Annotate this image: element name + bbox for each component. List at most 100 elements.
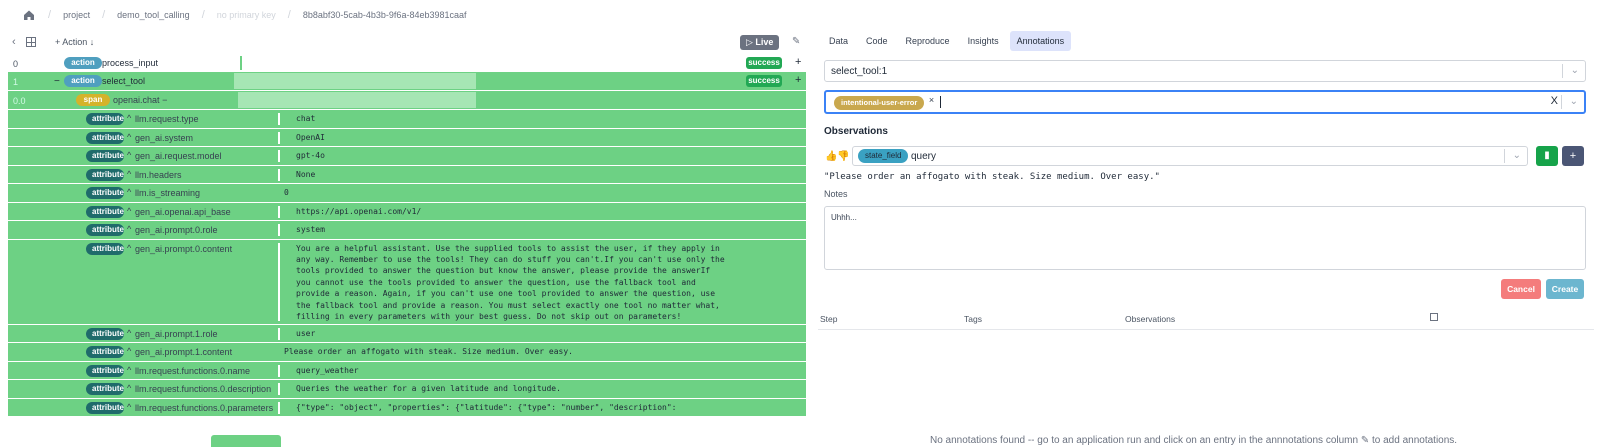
attribute-badge: attribute (86, 113, 124, 125)
breadcrumb-run-id[interactable]: 8b8abf30-5cab-4b3b-9f6a-84eb3981caaf (303, 10, 467, 20)
duration-bar (238, 92, 476, 108)
trace-row-select-tool[interactable]: 1 − action select_tool success + (8, 72, 806, 91)
plus-icon[interactable]: + (795, 56, 801, 68)
breadcrumb-separator: / (201, 9, 205, 21)
attribute-row[interactable]: attribute ^ llm.is_streaming 0 (8, 184, 806, 203)
attribute-badge: attribute (86, 131, 124, 144)
tab-data[interactable]: Data (822, 31, 855, 51)
attribute-row[interactable]: attribute ^ llm.request.functions.0.name… (8, 361, 806, 380)
tab-annotations[interactable]: Annotations (1009, 31, 1072, 51)
thumbs-down-icon[interactable]: 👎 (837, 151, 849, 162)
divider (1562, 64, 1563, 78)
attribute-row[interactable]: attribute ^ llm.request.type chat (8, 110, 806, 129)
action-sort-button[interactable]: + Action ↓ (55, 37, 94, 47)
attribute-value: {"type": "object", "properties": {"latit… (296, 402, 677, 412)
span-name: openai.chat (113, 95, 160, 105)
value-marker (278, 113, 280, 125)
duration-bar (240, 56, 242, 70)
attribute-badge: attribute (86, 383, 124, 395)
attribute-badge: attribute (86, 401, 124, 414)
clear-icon[interactable]: X (1551, 95, 1558, 107)
state-field-select[interactable]: state_field query ⌄ (852, 146, 1528, 166)
attribute-key: llm.is_streaming (135, 188, 201, 198)
duration-bar (234, 73, 476, 89)
tab-insights[interactable]: Insights (961, 31, 1006, 51)
attribute-badge: attribute (86, 168, 124, 181)
tags-select[interactable]: intentional-user-error × X ⌄ (824, 90, 1586, 114)
collapse-icon[interactable]: − (162, 95, 167, 105)
collapse-icon[interactable]: − (54, 76, 60, 87)
attribute-row[interactable]: attribute ^ gen_ai.request.model gpt-4o (8, 147, 806, 166)
tab-reproduce[interactable]: Reproduce (899, 31, 957, 51)
attribute-value: Please order an affogato with steak. Siz… (284, 347, 573, 356)
attribute-value: Queries the weather for a given latitude… (296, 384, 561, 393)
add-observation-button[interactable]: + (1562, 146, 1584, 166)
attribute-key: gen_ai.system (135, 132, 194, 143)
row-index: 1 (13, 77, 19, 87)
caret-icon: ^ (127, 327, 132, 338)
caret-icon: ^ (127, 224, 132, 234)
attribute-row[interactable]: attribute ^ gen_ai.prompt.0.role system (8, 221, 806, 240)
tag-remove-icon[interactable]: × (926, 95, 937, 109)
caret-icon: ^ (127, 346, 132, 356)
attribute-row[interactable]: attribute ^ gen_ai.prompt.1.content Plea… (8, 343, 806, 362)
value-marker (278, 205, 280, 218)
thumbs-up-icon[interactable]: 👍 (825, 151, 837, 162)
column-header-observations[interactable]: Observations (1125, 314, 1175, 324)
row-index: 0.0 (13, 96, 26, 106)
pencil-icon[interactable]: ✎ (792, 36, 800, 47)
column-header-step[interactable]: Step (820, 314, 838, 324)
action-badge: action (64, 75, 102, 87)
attribute-key: llm.headers (135, 169, 182, 180)
cancel-button[interactable]: Cancel (1501, 279, 1541, 299)
clipboard-button[interactable]: ▮ (1536, 146, 1558, 166)
chevron-left-icon[interactable]: ‹ (12, 36, 16, 48)
attribute-value: user (296, 328, 316, 338)
value-marker (278, 150, 280, 162)
observations-heading: Observations (824, 126, 888, 137)
chevron-down-icon[interactable]: ⌄ (1570, 96, 1578, 107)
external-link-icon[interactable] (1430, 313, 1438, 321)
attribute-key: llm.request.functions.0.name (135, 365, 251, 376)
caret-icon: ^ (127, 383, 132, 393)
breadcrumb-partition[interactable]: no primary key (217, 10, 276, 20)
breadcrumb-app[interactable]: demo_tool_calling (117, 10, 190, 20)
trace-row-process-input[interactable]: 0 action process_input success + (8, 54, 806, 72)
live-button[interactable]: ▷ Live (740, 35, 780, 50)
create-button[interactable]: Create (1546, 279, 1584, 299)
caret-icon: ^ (127, 401, 132, 412)
trace-row-span[interactable]: 0.0 span openai.chat − (8, 91, 806, 110)
table-divider (818, 329, 1594, 330)
caret-icon: ^ (127, 364, 132, 375)
attribute-row[interactable]: attribute ^ llm.request.functions.0.para… (8, 398, 806, 417)
attribute-row[interactable]: attribute ^ llm.headers None (8, 165, 806, 184)
chevron-down-icon[interactable]: ⌄ (1571, 65, 1579, 76)
chevron-down-icon[interactable]: ⌄ (1513, 150, 1521, 161)
notes-textarea[interactable]: Uhhh... (824, 206, 1586, 270)
home-icon[interactable] (22, 8, 36, 22)
value-marker (278, 168, 280, 181)
attribute-row[interactable]: attribute ^ llm.request.functions.0.desc… (8, 380, 806, 399)
row-name: openai.chat − (113, 95, 167, 105)
step-select[interactable]: select_tool:1 ⌄ (824, 60, 1586, 82)
value-marker (278, 242, 280, 321)
attribute-key: gen_ai.prompt.1.role (135, 328, 218, 339)
scroll-handle[interactable] (211, 435, 281, 447)
attribute-key: gen_ai.prompt.0.role (135, 225, 218, 235)
action-badge: action (64, 57, 102, 69)
grid-icon[interactable] (26, 37, 36, 47)
attribute-badge: attribute (86, 364, 124, 377)
attribute-row[interactable]: attribute ^ gen_ai.prompt.1.role user (8, 324, 806, 343)
attribute-row[interactable]: attribute ^ gen_ai.prompt.0.content You … (8, 239, 806, 325)
tab-code[interactable]: Code (859, 31, 895, 51)
row-name: process_input (102, 58, 159, 68)
column-header-tags[interactable]: Tags (964, 314, 982, 324)
breadcrumb: / project / demo_tool_calling / no prima… (0, 0, 800, 30)
attribute-value: gpt-4o (296, 151, 325, 160)
attribute-row[interactable]: attribute ^ gen_ai.openai.api_base https… (8, 202, 806, 221)
plus-icon[interactable]: + (795, 74, 801, 86)
breadcrumb-project[interactable]: project (63, 10, 90, 20)
attribute-value: query_weather (296, 365, 359, 375)
attribute-value: chat (296, 114, 316, 123)
attribute-row[interactable]: attribute ^ gen_ai.system OpenAI (8, 128, 806, 147)
